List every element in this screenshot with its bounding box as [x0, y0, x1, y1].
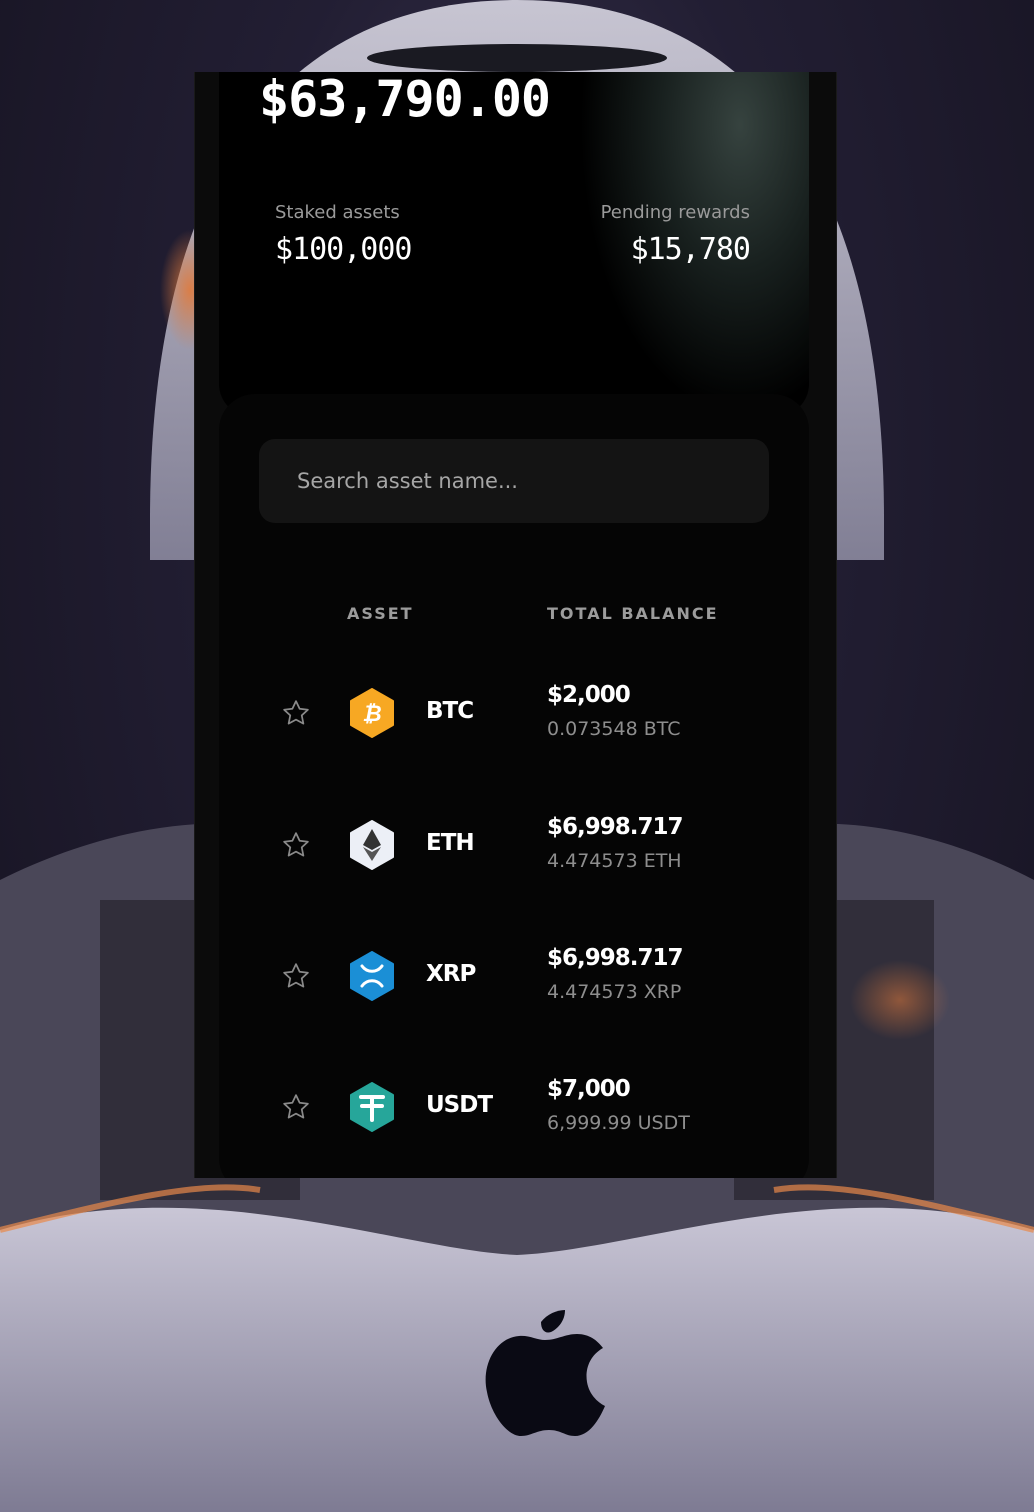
- total-balance-value: $63,790.00: [259, 72, 551, 128]
- asset-row-btc[interactable]: ₿ BTC $2,000 0.073548 BTC: [219, 666, 809, 756]
- star-icon[interactable]: [281, 698, 311, 728]
- asset-quantity: 4.474573 ETH: [547, 850, 682, 872]
- search-input[interactable]: [259, 439, 769, 523]
- asset-usd-value: $6,998.717: [547, 945, 684, 971]
- assets-panel: ASSET TOTAL BALANCE ₿ BTC $2,000 0.07354…: [219, 394, 809, 1178]
- asset-quantity: 6,999.99 USDT: [547, 1112, 690, 1134]
- star-icon[interactable]: [281, 961, 311, 991]
- asset-symbol: ETH: [426, 830, 475, 856]
- total-balance-column-header: TOTAL BALANCE: [547, 604, 719, 623]
- asset-symbol: BTC: [426, 698, 474, 724]
- asset-quantity: 4.474573 XRP: [547, 981, 682, 1003]
- staked-assets-label: Staked assets: [275, 202, 400, 223]
- asset-row-usdt[interactable]: USDT $7,000 6,999.99 USDT: [219, 1060, 809, 1150]
- star-icon[interactable]: [281, 1092, 311, 1122]
- asset-usd-value: $2,000: [547, 682, 631, 708]
- asset-quantity: 0.073548 BTC: [547, 718, 681, 740]
- ethereum-icon: [350, 820, 394, 870]
- asset-column-header: ASSET: [347, 604, 414, 623]
- svg-text:₿: ₿: [362, 702, 381, 727]
- asset-row-eth[interactable]: ETH $6,998.717 4.474573 ETH: [219, 798, 809, 888]
- asset-usd-value: $6,998.717: [547, 814, 684, 840]
- asset-usd-value: $7,000: [547, 1076, 631, 1102]
- asset-symbol: XRP: [426, 961, 476, 987]
- pending-rewards-value: $15,780: [630, 232, 751, 267]
- star-icon[interactable]: [281, 830, 311, 860]
- asset-symbol: USDT: [426, 1092, 493, 1118]
- xrp-icon: [350, 951, 394, 1001]
- bitcoin-icon: ₿: [350, 688, 394, 738]
- pending-rewards-label: Pending rewards: [600, 202, 750, 223]
- tether-icon: [350, 1082, 394, 1132]
- staked-assets-value: $100,000: [275, 232, 412, 267]
- asset-row-xrp[interactable]: XRP $6,998.717 4.474573 XRP: [219, 929, 809, 1019]
- wallet-app-screen: $63,790.00 Staked assets $100,000 Pendin…: [194, 72, 837, 1178]
